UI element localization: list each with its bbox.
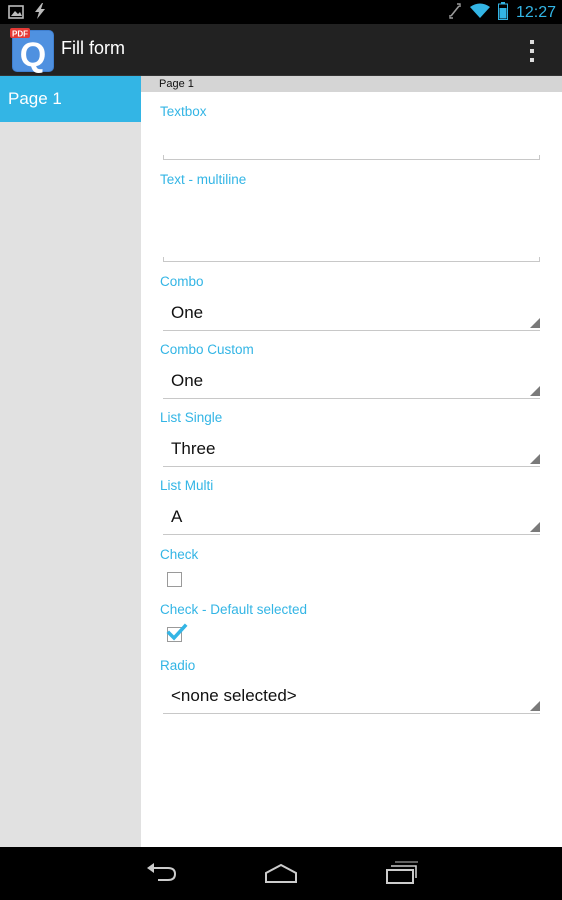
sidebar-item-page-1[interactable]: Page 1 bbox=[0, 76, 141, 122]
navigation-bar bbox=[0, 847, 562, 900]
battery-icon bbox=[497, 2, 508, 24]
lightning-icon bbox=[32, 3, 48, 23]
form-panel: Page 1 Textbox Text - multiline Combo On… bbox=[141, 76, 562, 847]
list-multi-spinner[interactable]: A bbox=[163, 501, 540, 535]
sidebar: Page 1 bbox=[0, 76, 141, 847]
dropdown-arrow-icon bbox=[530, 454, 540, 464]
checkmark-icon bbox=[166, 623, 188, 641]
combo-spinner[interactable]: One bbox=[163, 297, 540, 331]
overflow-menu-icon[interactable] bbox=[522, 38, 542, 64]
home-icon[interactable] bbox=[261, 859, 301, 887]
radio-spinner[interactable]: <none selected> bbox=[163, 680, 540, 714]
list-single-label: List Single bbox=[160, 410, 223, 425]
back-icon[interactable] bbox=[141, 859, 181, 887]
action-bar: Q PDF Fill form bbox=[0, 24, 562, 76]
radio-value: <none selected> bbox=[171, 686, 297, 705]
combo-custom-value: One bbox=[171, 371, 204, 390]
text-multiline-label: Text - multiline bbox=[160, 172, 247, 187]
radio-label: Radio bbox=[160, 658, 196, 673]
list-single-value: Three bbox=[171, 439, 216, 458]
combo-custom-label: Combo Custom bbox=[160, 342, 254, 357]
mute-icon bbox=[448, 2, 462, 24]
list-multi-label: List Multi bbox=[160, 478, 214, 493]
dropdown-arrow-icon bbox=[530, 701, 540, 711]
picture-icon bbox=[8, 4, 24, 23]
app-title: Fill form bbox=[61, 38, 125, 58]
check-default-label: Check - Default selected bbox=[160, 602, 308, 617]
combo-value: One bbox=[171, 303, 204, 322]
wifi-icon bbox=[469, 3, 490, 23]
dropdown-arrow-icon bbox=[530, 318, 540, 328]
check-checkbox[interactable] bbox=[167, 572, 182, 587]
list-single-spinner[interactable]: Three bbox=[163, 433, 540, 467]
textbox-input[interactable] bbox=[163, 136, 540, 160]
status-bar: 12:27 bbox=[0, 0, 562, 24]
dropdown-arrow-icon bbox=[530, 386, 540, 396]
recents-icon[interactable] bbox=[381, 859, 421, 887]
page-header: Page 1 bbox=[141, 76, 562, 92]
check-default-checkbox[interactable] bbox=[166, 623, 188, 642]
textbox-label: Textbox bbox=[160, 104, 207, 119]
svg-text:PDF: PDF bbox=[12, 30, 28, 39]
dropdown-arrow-icon bbox=[530, 522, 540, 532]
svg-text:Q: Q bbox=[20, 36, 46, 73]
combo-custom-spinner[interactable]: One bbox=[163, 365, 540, 399]
status-time: 12:27 bbox=[515, 4, 556, 21]
text-multiline-input[interactable] bbox=[163, 196, 540, 262]
list-multi-value: A bbox=[171, 507, 183, 526]
check-label: Check bbox=[160, 547, 199, 562]
sidebar-item-label: Page 1 bbox=[8, 89, 62, 108]
app-icon[interactable]: Q PDF bbox=[10, 27, 56, 74]
combo-label: Combo bbox=[160, 274, 204, 289]
